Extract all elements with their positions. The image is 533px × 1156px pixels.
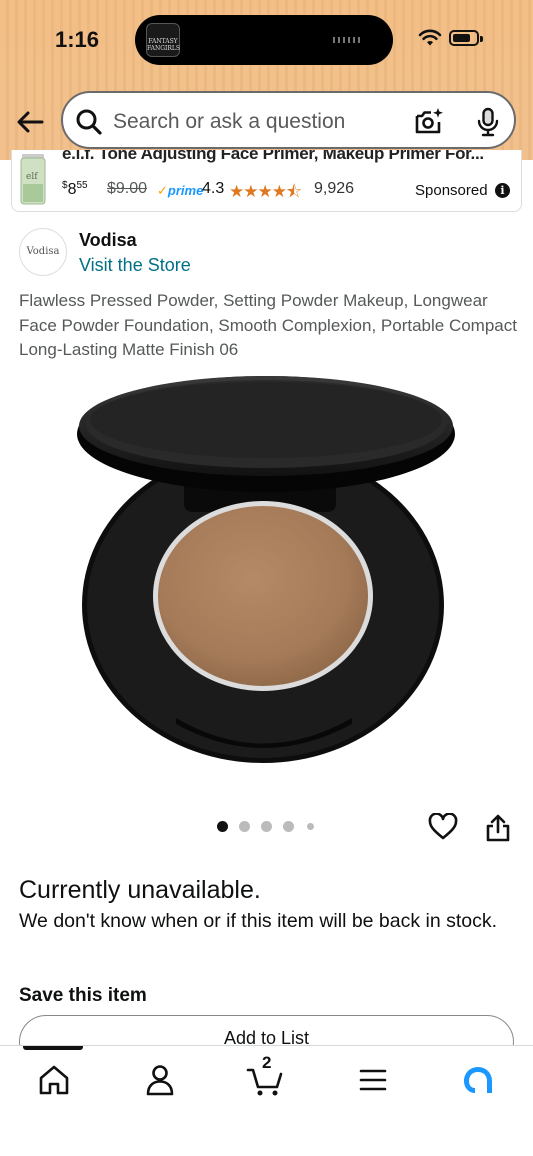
active-tab-indicator	[23, 1046, 83, 1050]
sponsored-rating: 4.3	[202, 180, 225, 197]
save-item-heading: Save this item	[19, 985, 147, 1006]
search-icon	[76, 109, 102, 135]
product-image[interactable]	[76, 374, 456, 766]
bottom-tab-bar: 2	[0, 1045, 533, 1156]
camera-search-icon[interactable]	[413, 106, 445, 138]
cart-count-badge: 2	[262, 1053, 272, 1072]
sponsored-list-price: $9.00	[107, 180, 148, 197]
info-icon[interactable]: i	[495, 183, 510, 198]
sponsored-price: $855	[62, 180, 88, 198]
island-activity-indicator	[333, 37, 363, 43]
review-count[interactable]: 9,926	[314, 180, 354, 198]
thumbnail-brand-text: elf	[26, 172, 38, 182]
wifi-icon	[418, 29, 442, 46]
account-tab-icon[interactable]	[140, 1062, 180, 1098]
search-input[interactable]: Search or ask a question	[61, 91, 516, 149]
search-placeholder: Search or ask a question	[113, 110, 346, 133]
alexa-tab-icon[interactable]	[458, 1062, 498, 1098]
dynamic-island: FANTASY FANGIRLS	[135, 15, 393, 65]
sponsored-product-title[interactable]: e.l.f. Tone Adjusting Face Primer, Makeu…	[62, 150, 484, 164]
brand-logo[interactable]: Vodisa	[19, 228, 67, 276]
availability-message: We don't know when or if this item will …	[19, 910, 498, 932]
pager-dot[interactable]	[283, 821, 294, 832]
home-tab-icon[interactable]	[34, 1062, 74, 1098]
star-rating-icons: ★★★★⯪	[229, 182, 302, 201]
prime-check-icon: ✓	[157, 183, 168, 198]
back-arrow-icon[interactable]	[14, 105, 48, 139]
cart-tab[interactable]: 2	[246, 1053, 286, 1098]
pager-dot[interactable]	[261, 821, 272, 832]
prime-badge: ✓prime	[157, 183, 204, 198]
share-icon[interactable]	[485, 813, 511, 843]
pager-dot[interactable]	[307, 823, 314, 830]
app-header: 1:16 FANTASY FANGIRLS Search or ask a qu…	[0, 0, 533, 160]
pager-dot[interactable]	[239, 821, 250, 832]
visit-store-link[interactable]: Visit the Store	[79, 255, 191, 276]
battery-icon	[449, 30, 483, 46]
heart-icon[interactable]	[428, 813, 458, 841]
product-title: Flawless Pressed Powder, Setting Powder …	[19, 291, 517, 359]
availability-heading: Currently unavailable.	[19, 876, 261, 904]
island-app-icon: FANTASY FANGIRLS	[146, 23, 180, 57]
menu-tab-icon[interactable]	[353, 1062, 393, 1098]
status-time: 1:16	[55, 27, 100, 52]
pager-dot[interactable]	[217, 821, 228, 832]
brand-name: Vodisa	[79, 230, 137, 250]
sponsored-label: Sponsored	[415, 182, 488, 199]
microphone-icon[interactable]	[475, 107, 501, 137]
sponsored-product-card[interactable]: elf e.l.f. Tone Adjusting Face Primer, M…	[11, 150, 522, 212]
